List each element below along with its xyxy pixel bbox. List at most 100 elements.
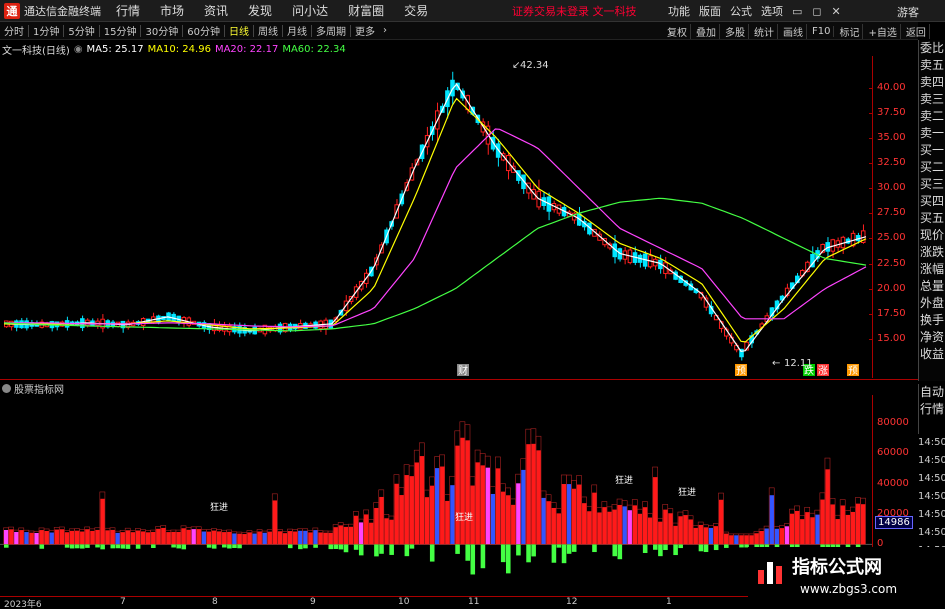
indicator-bar <box>647 517 653 545</box>
side-tab[interactable]: 买四 <box>919 193 945 210</box>
indicator-bar <box>303 530 308 545</box>
tool-f10[interactable]: F10 <box>809 25 835 37</box>
side-tab[interactable]: 买五 <box>919 210 945 227</box>
menu-news[interactable]: 资讯 <box>204 2 228 19</box>
side-tab[interactable]: 现价 <box>919 227 945 244</box>
indicator-name: 股票指标网 <box>14 385 64 396</box>
indicator-bar <box>480 465 486 545</box>
indicator-bar <box>151 531 156 545</box>
event-marker[interactable]: 财 <box>458 364 468 377</box>
side-tab[interactable]: 收益 <box>919 346 945 363</box>
period-monthly[interactable]: 月线 <box>283 23 311 38</box>
time-entry: 14:50 <box>918 473 945 484</box>
indicator-chart[interactable]: 狂进狂进狂进狂进 <box>0 395 872 595</box>
indicator-bar <box>186 529 192 545</box>
date-tick: 7 <box>120 597 126 607</box>
side-tab[interactable]: 买三 <box>919 176 945 193</box>
side-tab-auto[interactable]: 自动 <box>919 384 945 401</box>
tool-add-watchlist[interactable]: +自选 <box>865 23 901 39</box>
indicator-bar <box>105 530 110 545</box>
indicator-neg-bar <box>713 544 719 551</box>
menu-trade[interactable]: 交易 <box>404 2 428 19</box>
side-tab[interactable]: 买一 <box>919 142 945 159</box>
candlestick-chart[interactable]: 财预跌涨预 42.34 12.11 ↙ ← <box>0 56 872 378</box>
menu-options[interactable]: 选项 <box>761 3 783 19</box>
maximize-icon[interactable]: ◻ <box>812 5 821 18</box>
side-tab[interactable]: 外盘 <box>919 295 945 312</box>
side-tab[interactable]: 换手 <box>919 312 945 329</box>
side-tab[interactable]: 委比 <box>919 40 945 57</box>
side-tab[interactable]: 卖五 <box>919 57 945 74</box>
indicator-tick: 40000 <box>877 477 909 489</box>
menu-wealth[interactable]: 财富圈 <box>348 2 384 19</box>
indicator-bar <box>120 532 126 545</box>
indicator-neg-bar <box>237 544 242 549</box>
indicator-bar <box>435 468 440 545</box>
settings-circle-icon[interactable]: ◉ <box>74 44 83 55</box>
indicator-bar <box>369 522 374 545</box>
event-marker[interactable]: 预 <box>848 365 858 377</box>
indicator-bar <box>774 528 780 545</box>
side-tab[interactable]: 卖四 <box>919 74 945 91</box>
period-weekly[interactable]: 周线 <box>254 23 282 38</box>
period-15min[interactable]: 15分钟 <box>100 23 141 38</box>
current-value-badge: 14986 <box>875 515 913 529</box>
indicator-bar <box>140 531 146 545</box>
period-more[interactable]: 更多 <box>351 23 379 38</box>
indicator-bar <box>566 484 572 545</box>
tool-back[interactable]: 返回 <box>903 23 930 39</box>
indicator-bar <box>561 484 567 545</box>
tool-statistics[interactable]: 统计 <box>751 23 778 39</box>
period-intraday[interactable]: 分时 <box>0 23 28 38</box>
menu-discover[interactable]: 发现 <box>248 2 272 19</box>
period-daily[interactable]: 日线 <box>225 23 253 38</box>
indicator-bar <box>632 505 638 545</box>
indicator-bar <box>663 509 668 545</box>
side-tab[interactable]: 买二 <box>919 159 945 176</box>
event-marker[interactable]: 预 <box>736 365 746 377</box>
tool-draw-line[interactable]: 画线 <box>780 23 807 39</box>
menu-quotes[interactable]: 行情 <box>116 2 140 19</box>
indicator-bar <box>222 532 227 545</box>
period-multi[interactable]: 多周期 <box>312 23 350 38</box>
watermark-url: www.zbgs3.com <box>800 582 898 596</box>
settings-circle-icon[interactable] <box>2 384 11 393</box>
indicator-bar <box>171 531 176 545</box>
ma-legend: 文一科技(日线) ◉ MA5: 25.17 MA10: 24.96 MA20: … <box>2 41 350 57</box>
indicator-bar <box>541 497 547 545</box>
menu-market[interactable]: 市场 <box>160 2 184 19</box>
event-marker[interactable]: 涨 <box>818 365 828 377</box>
menu-ask[interactable]: 问小达 <box>292 2 328 19</box>
indicator-bar <box>135 530 141 545</box>
guest-label[interactable]: 游客 <box>897 4 919 20</box>
side-tab-quotes[interactable]: 行情 <box>919 401 945 418</box>
period-5min[interactable]: 5分钟 <box>64 23 98 38</box>
indicator-bar <box>394 483 400 545</box>
side-tab[interactable]: 涨幅 <box>919 261 945 278</box>
minimize-icon[interactable]: ▭ <box>792 5 802 18</box>
menu-function[interactable]: 功能 <box>668 3 690 19</box>
indicator-bar <box>333 527 339 545</box>
side-tab[interactable]: 总量 <box>919 278 945 295</box>
ma-line-ma20 <box>4 128 867 328</box>
indicator-neg-bar <box>343 544 349 553</box>
right-tools: 复权 叠加 多股 统计 画线 F10 标记 +自选 返回 <box>664 22 932 40</box>
period-1min[interactable]: 1分钟 <box>29 23 63 38</box>
tool-mark[interactable]: 标记 <box>836 23 864 39</box>
side-tab[interactable]: 卖二 <box>919 108 945 125</box>
price-tick: 30.00 <box>877 182 906 194</box>
period-60min[interactable]: 60分钟 <box>183 23 224 38</box>
period-30min[interactable]: 30分钟 <box>141 23 182 38</box>
side-tab[interactable]: 净资 <box>919 329 945 346</box>
side-tab[interactable]: 卖一 <box>919 125 945 142</box>
menu-layout[interactable]: 版面 <box>699 3 721 19</box>
indicator-bar <box>424 497 430 545</box>
chevron-right-icon[interactable]: › <box>379 25 391 36</box>
close-icon[interactable]: ✕ <box>832 5 841 18</box>
menu-formula[interactable]: 公式 <box>730 3 752 19</box>
tool-rights-adjust[interactable]: 复权 <box>664 23 691 39</box>
side-tab[interactable]: 涨跌 <box>919 244 945 261</box>
side-tab[interactable]: 卖三 <box>919 91 945 108</box>
tool-multi-stock[interactable]: 多股 <box>722 23 749 39</box>
tool-overlay[interactable]: 叠加 <box>693 23 720 39</box>
